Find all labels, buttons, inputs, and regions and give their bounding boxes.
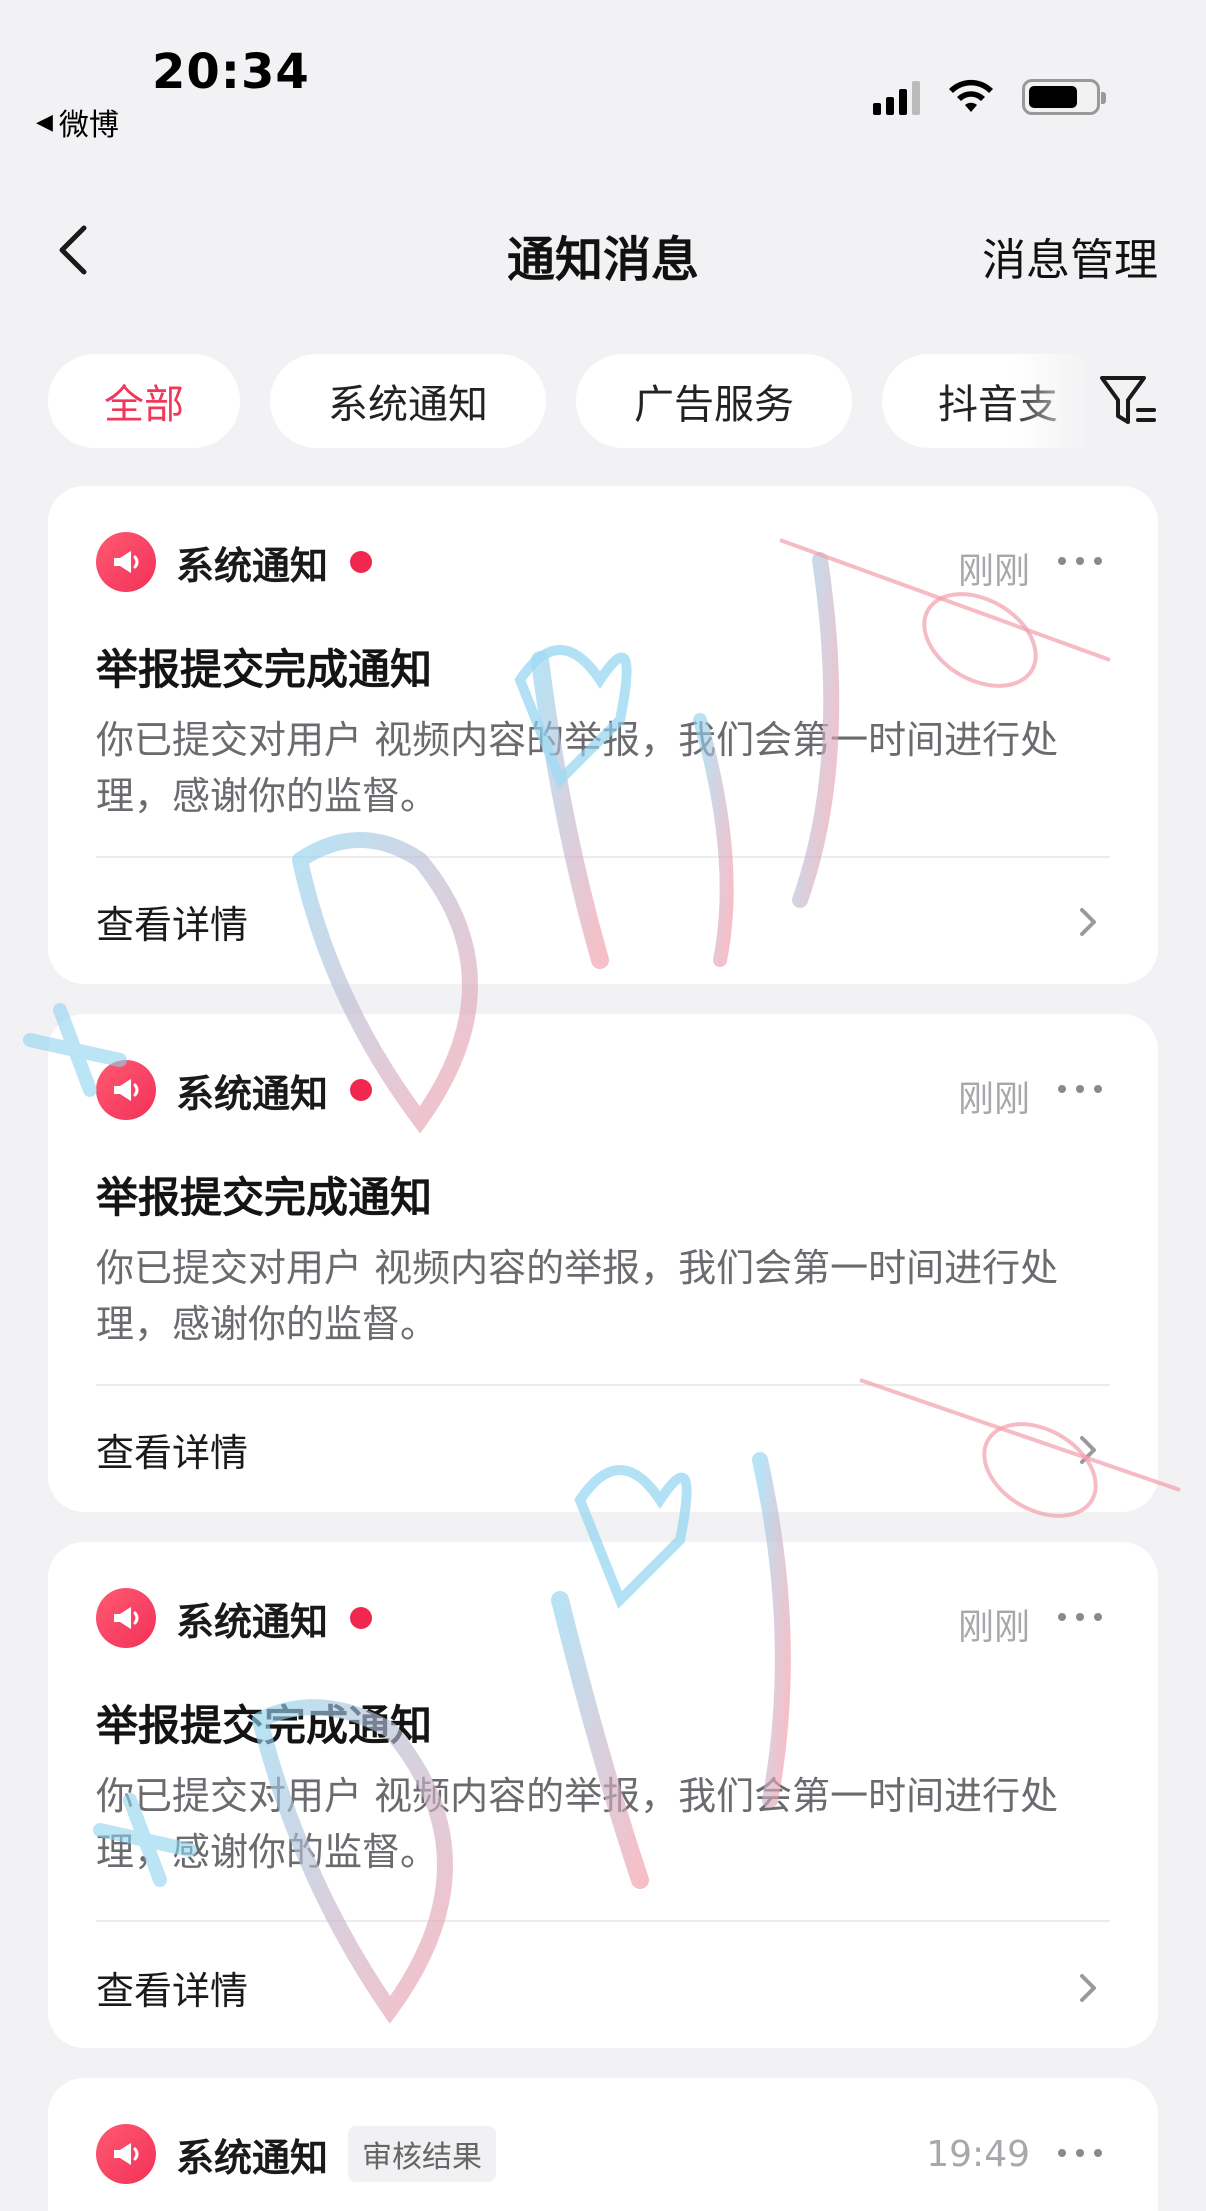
status-icons [873,78,1106,116]
more-options-icon[interactable] [1058,1074,1102,1104]
battery-icon [1022,79,1106,115]
tabs-fade [1010,354,1090,450]
back-triangle-icon: ◀ [36,109,53,135]
status-time: 20:34 [152,44,310,100]
more-options-icon[interactable] [1058,1602,1102,1632]
tab-all[interactable]: 全部 [48,354,240,448]
card-source: 系统通知 [176,1599,329,1644]
card-source: 系统通知 [176,1071,329,1116]
wifi-icon [949,79,993,112]
tab-system-notice[interactable]: 系统通知 [270,354,546,448]
filter-icon[interactable] [1096,370,1158,432]
divider [96,1920,1110,1922]
card-title: 举报提交完成通知 [96,1701,433,1750]
view-detail-link[interactable]: 查看详情 [96,1422,248,1477]
notification-card[interactable]: 系统通知 刚刚 举报提交完成通知 你已提交对用户 视频内容的举报，我们会第一时间… [48,486,1158,984]
card-body: 你已提交对用户 视频内容的举报，我们会第一时间进行处理，感谢你的监督。 [96,718,1059,818]
chevron-right-icon [1080,1436,1096,1464]
category-tabs: 全部 系统通知 广告服务 抖音支 [48,354,1088,450]
notification-card[interactable]: 系统通知 刚刚 举报提交完成通知 你已提交对用户 视频内容的举报，我们会第一时间… [48,1542,1158,2048]
card-header: 系统通知 [96,532,373,592]
divider [96,1384,1110,1386]
review-result-tag: 审核结果 [348,2126,497,2182]
card-body: 你已提交对用户 视频内容的举报，我们会第一时间进行处理，感谢你的监督。 [96,1246,1059,1346]
card-time: 刚刚 [957,551,1030,592]
tab-ad-service[interactable]: 广告服务 [576,354,852,448]
card-title: 举报提交完成通知 [96,645,433,694]
back-to-app-link[interactable]: ◀ 微博 [36,100,119,144]
megaphone-icon [96,1060,156,1120]
card-header: 系统通知 [96,1588,373,1648]
card-time: 刚刚 [957,1607,1030,1648]
chevron-right-icon [1080,1974,1096,2002]
card-header: 系统通知 [96,1060,373,1120]
card-header: 系统通知 审核结果 [96,2124,497,2184]
megaphone-icon [96,532,156,592]
megaphone-icon [96,2124,156,2184]
unread-dot [350,1607,373,1629]
card-time: 刚刚 [957,1079,1030,1120]
cellular-signal-icon [873,79,920,115]
card-source: 系统通知 [176,2135,329,2180]
chevron-right-icon [1080,908,1096,936]
divider [96,856,1110,858]
megaphone-icon [96,1588,156,1648]
more-options-icon[interactable] [1058,2138,1102,2168]
unread-dot [350,551,373,573]
status-bar: 20:34 ◀ 微博 [0,0,1206,150]
unread-dot [350,1079,373,1101]
notification-card[interactable]: 系统通知 刚刚 举报提交完成通知 你已提交对用户 视频内容的举报，我们会第一时间… [48,1014,1158,1512]
card-body: 你已提交对用户 视频内容的举报，我们会第一时间进行处理，感谢你的监督。 [96,1774,1059,1874]
card-source: 系统通知 [176,543,329,588]
notification-card[interactable]: 系统通知 审核结果 19:49 [48,2078,1158,2211]
card-title: 举报提交完成通知 [96,1173,433,1222]
nav-bar: 通知消息 消息管理 [0,200,1206,300]
more-options-icon[interactable] [1058,546,1102,576]
message-manage-button[interactable]: 消息管理 [982,224,1158,288]
card-time: 19:49 [926,2134,1030,2175]
view-detail-link[interactable]: 查看详情 [96,894,248,949]
view-detail-link[interactable]: 查看详情 [96,1960,248,2015]
back-app-label: 微博 [58,108,119,143]
